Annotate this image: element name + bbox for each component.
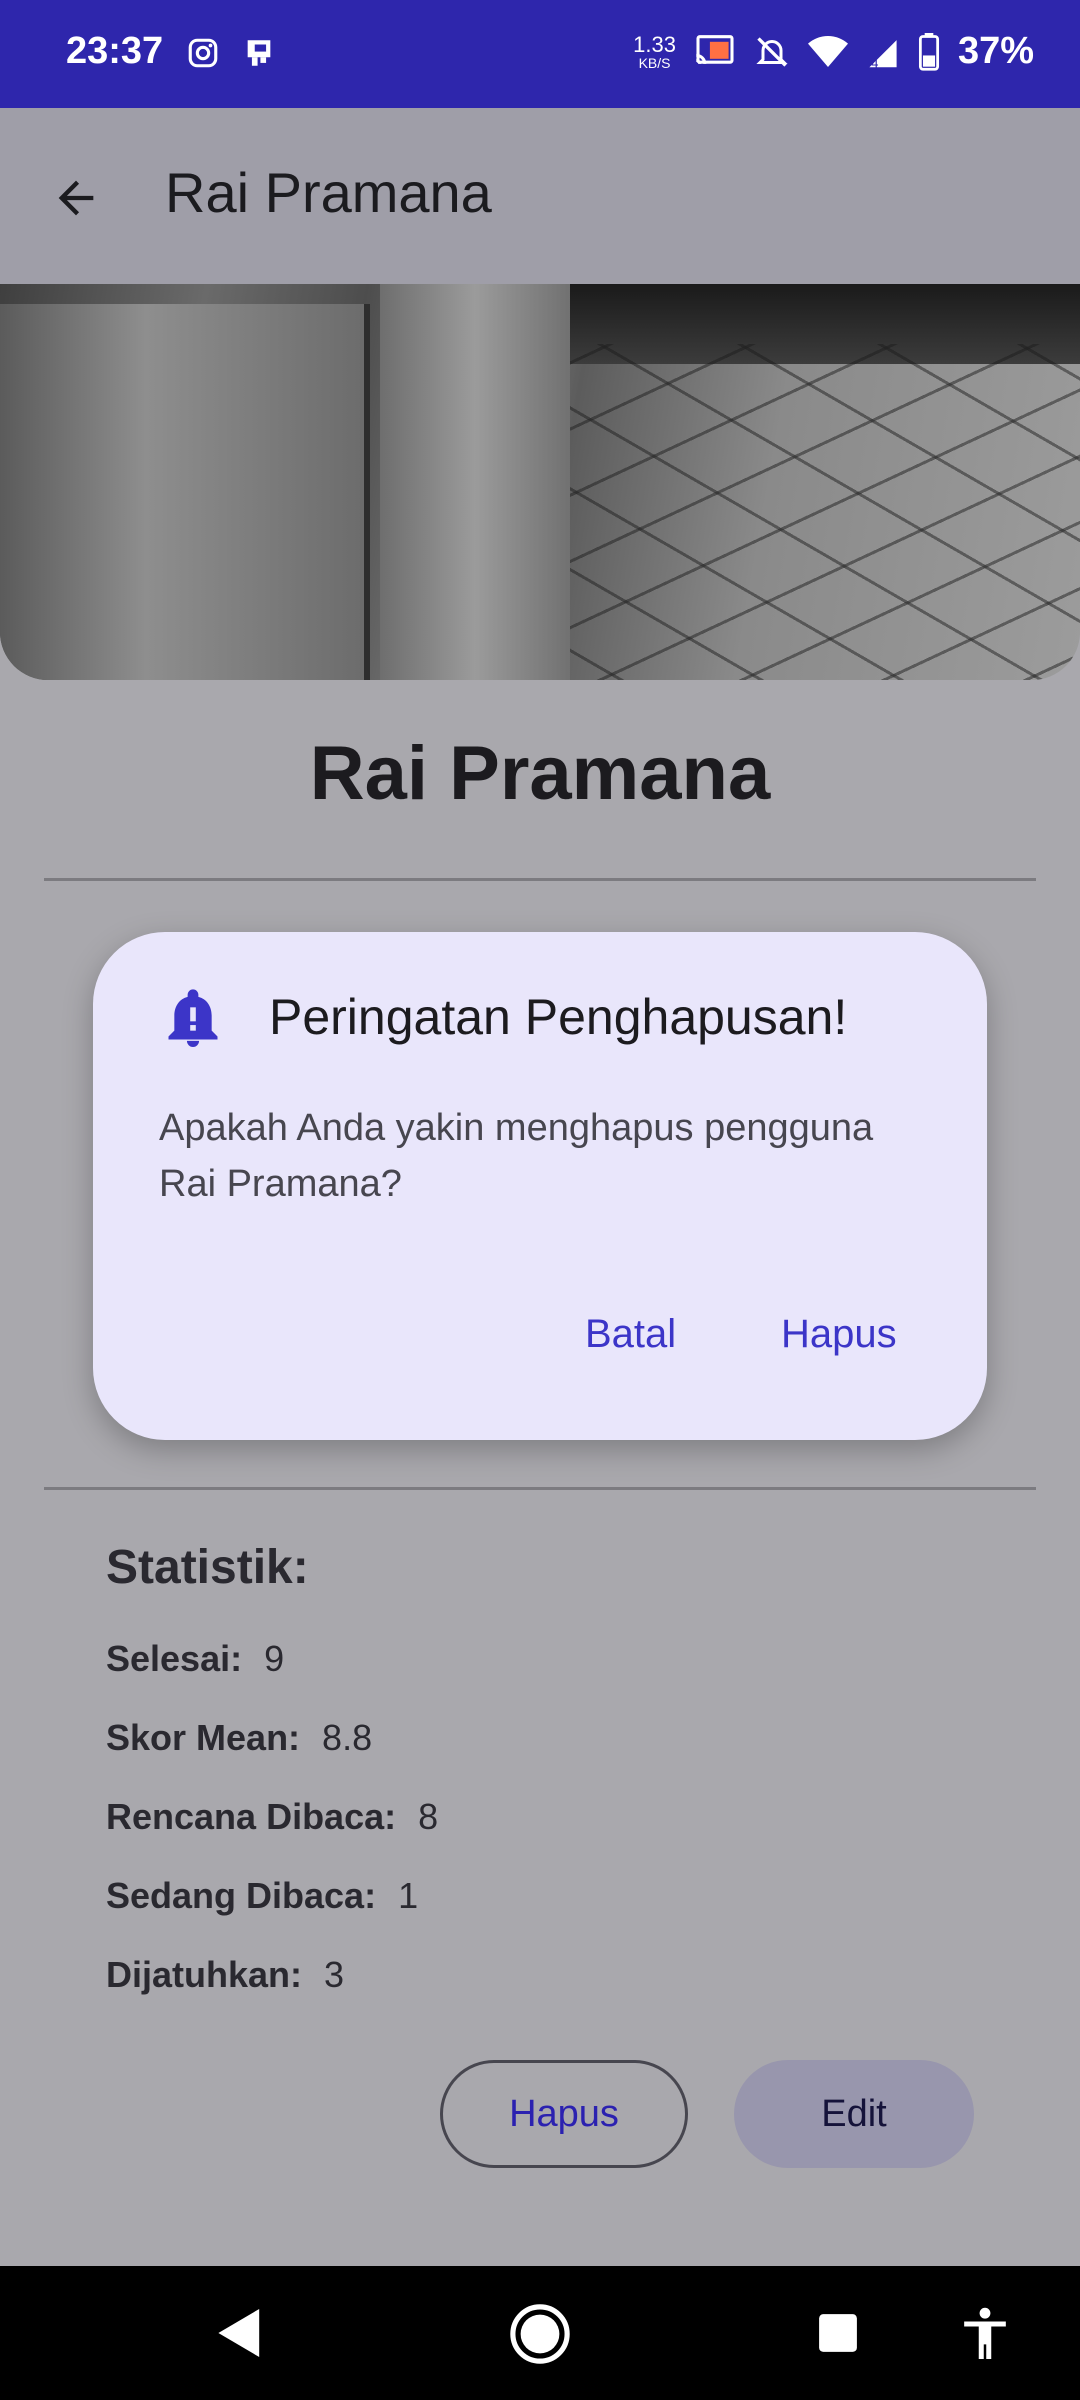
battery-percent: 37% xyxy=(957,30,1034,72)
stat-row-selesai: Selesai: 9 xyxy=(106,1638,285,1679)
svg-text:4: 4 xyxy=(871,56,879,70)
accessibility-icon[interactable] xyxy=(960,2306,1010,2362)
profile-banner-image xyxy=(0,284,1080,680)
dialog-title: Peringatan Penghapusan! xyxy=(269,989,848,1045)
status-left-icons xyxy=(186,36,276,70)
signal-icon: 4 xyxy=(869,39,897,70)
top-app-bar: Rai Pramana xyxy=(0,108,1080,284)
cancel-button[interactable]: Batal xyxy=(573,1304,688,1365)
delete-button[interactable]: Hapus xyxy=(440,2060,688,2168)
arrow-back-icon xyxy=(58,180,94,216)
stat-row-sedang-dibaca: Sedang Dibaca: 1 xyxy=(106,1875,419,1916)
stat-row-rencana-dibaca: Rencana Dibaca: 8 xyxy=(106,1796,439,1837)
notification-icon xyxy=(247,40,271,66)
status-right-icons: 1.33 KB/S 4 37% xyxy=(633,30,1034,73)
status-bar: 23:37 1.33 KB/S 4 37% xyxy=(0,0,1080,108)
page-title: Rai Pramana xyxy=(165,161,492,224)
edit-button[interactable]: Edit xyxy=(734,2060,974,2168)
status-time: 23:37 xyxy=(66,30,164,72)
nav-back-icon[interactable] xyxy=(216,2306,264,2360)
stats-title: Statistik: xyxy=(106,1541,309,1594)
dialog-message: Apakah Anda yakin menghapus pengguna Rai… xyxy=(159,1107,874,1205)
instagram-icon xyxy=(188,38,218,68)
nav-recents-icon[interactable] xyxy=(817,2312,859,2354)
system-nav-bar xyxy=(0,2266,1080,2400)
confirm-delete-button[interactable]: Hapus xyxy=(769,1304,909,1365)
wifi-icon xyxy=(807,35,848,67)
stat-row-dijatuhkan: Dijatuhkan: 3 xyxy=(106,1954,345,1995)
back-button[interactable] xyxy=(44,166,108,230)
divider xyxy=(44,1487,1036,1490)
mute-icon xyxy=(756,36,788,67)
divider xyxy=(44,878,1036,881)
stat-row-skor-mean: Skor Mean: 8.8 xyxy=(106,1717,373,1758)
delete-confirm-dialog: Peringatan Penghapusan! Apakah Anda yaki… xyxy=(93,932,987,1440)
notification-important-icon xyxy=(168,989,218,1047)
cast-icon xyxy=(695,34,734,64)
profile-name: Rai Pramana xyxy=(309,731,771,816)
nav-home-icon[interactable] xyxy=(509,2303,571,2365)
net-speed: 1.33 KB/S xyxy=(633,31,676,71)
battery-icon xyxy=(918,32,939,71)
